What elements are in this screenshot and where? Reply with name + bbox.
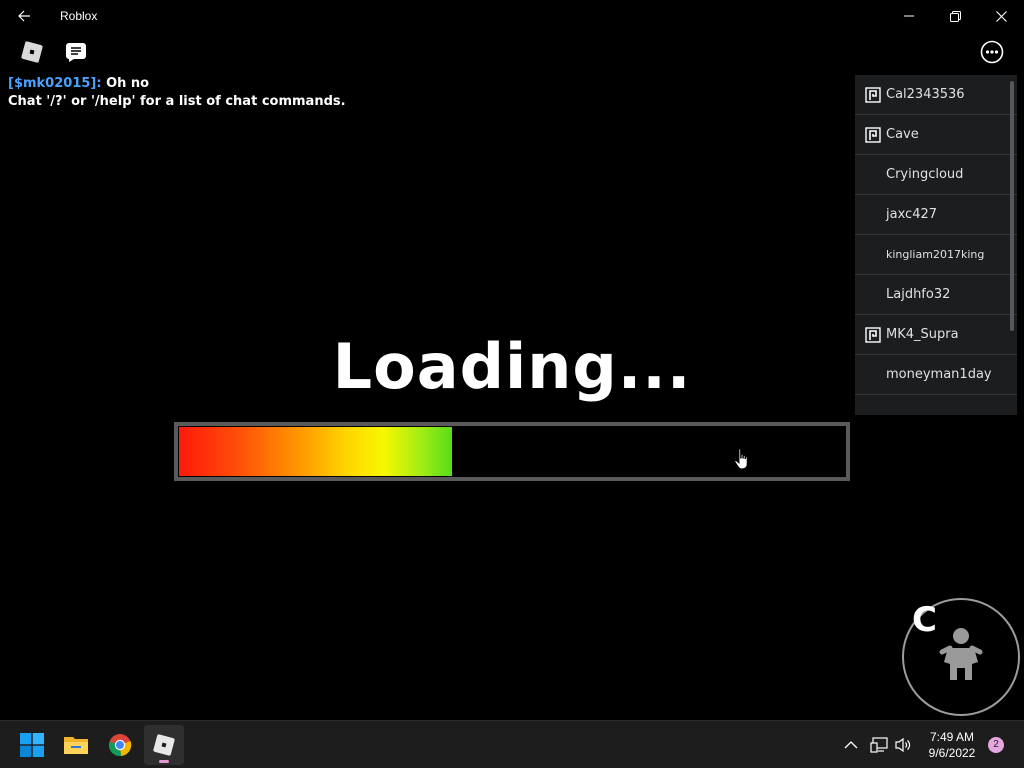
- player-list-item[interactable]: Cave: [855, 115, 1017, 155]
- player-list-item[interactable]: jaxc427: [855, 195, 1017, 235]
- chat-message: [$mk02015]: Oh no: [8, 75, 346, 93]
- chat-toggle-button[interactable]: [62, 40, 90, 64]
- minimize-icon: [904, 15, 914, 17]
- chrome-button[interactable]: [100, 725, 140, 765]
- taskbar: 7:49 AM 9/6/2022 2: [0, 720, 1024, 768]
- active-app-indicator: [159, 760, 169, 763]
- player-name: Cave: [886, 127, 919, 142]
- roblox-logo-icon: [21, 41, 43, 63]
- restore-button[interactable]: [932, 0, 978, 32]
- volume-icon: [895, 737, 911, 753]
- title-bar: Roblox: [0, 0, 1024, 32]
- chat-icon: [66, 43, 86, 62]
- roblox-menu-button[interactable]: [18, 40, 46, 64]
- volume-button[interactable]: [891, 733, 915, 757]
- hand-cursor-icon: [734, 448, 748, 470]
- clock-date: 9/6/2022: [928, 746, 976, 760]
- chevron-up-icon: [844, 741, 858, 749]
- network-button[interactable]: [867, 733, 891, 757]
- chat-message-text: Oh no: [106, 76, 150, 91]
- player-list-item[interactable]: Lajdhfo32: [855, 275, 1017, 315]
- close-button[interactable]: [978, 0, 1024, 32]
- minimize-button[interactable]: [886, 0, 932, 32]
- chat-system-message: Chat '/?' or '/help' for a list of chat …: [8, 94, 346, 109]
- file-explorer-icon: [64, 737, 88, 754]
- loading-title: Loading...: [332, 330, 692, 403]
- roblox-icon: [153, 734, 175, 756]
- system-clock[interactable]: 7:49 AM 9/6/2022: [920, 729, 984, 761]
- close-icon: [995, 10, 1007, 22]
- player-list-item[interactable]: kingliam2017king: [855, 235, 1017, 275]
- player-list-item[interactable]: Cryingcloud: [855, 155, 1017, 195]
- player-name: Cryingcloud: [886, 167, 964, 182]
- window-title: Roblox: [60, 9, 98, 23]
- player-name: jaxc427: [886, 207, 938, 222]
- start-icon: [20, 733, 44, 757]
- window-controls: [886, 0, 1024, 32]
- start-button[interactable]: [12, 725, 52, 765]
- premium-icon: [865, 127, 881, 143]
- show-hidden-icons-button[interactable]: [839, 733, 863, 757]
- player-list-item[interactable]: Cal2343536: [855, 75, 1017, 115]
- more-options-button[interactable]: [980, 40, 1004, 64]
- restore-icon: [949, 10, 961, 22]
- player-name: Cal2343536: [886, 87, 965, 102]
- crouch-icon: [939, 628, 983, 680]
- premium-icon: [865, 87, 881, 103]
- more-options-icon: [980, 40, 1004, 64]
- network-icon: [870, 737, 888, 753]
- loading-progress-fill: [179, 427, 453, 476]
- back-button[interactable]: [0, 0, 48, 32]
- chat-player-name[interactable]: [$mk02015]:: [8, 76, 102, 91]
- back-arrow-icon: [18, 10, 30, 22]
- player-name: Lajdhfo32: [886, 287, 951, 302]
- chat-window: [$mk02015]: Oh no Chat '/?' or '/help' f…: [8, 75, 346, 111]
- clock-time: 7:49 AM: [929, 730, 975, 744]
- chrome-icon: [108, 734, 132, 757]
- file-explorer-button[interactable]: [56, 725, 96, 765]
- notification-badge[interactable]: 2: [988, 737, 1004, 753]
- player-list-scrollbar[interactable]: [1010, 81, 1014, 331]
- roblox-taskbar-button[interactable]: [144, 725, 184, 765]
- player-name: kingliam2017king: [886, 248, 985, 261]
